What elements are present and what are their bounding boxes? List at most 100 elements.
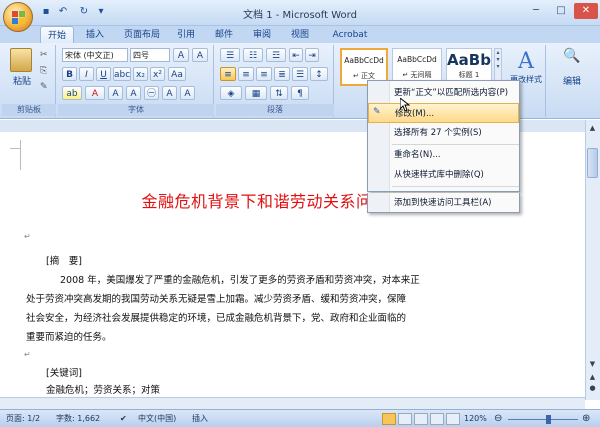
clear-format-icon[interactable]: Ａ — [173, 48, 189, 62]
style-normal-preview: AaBbCcDd — [344, 56, 384, 65]
svg-text:A: A — [517, 49, 535, 74]
tab-review[interactable]: 审阅 — [248, 26, 276, 44]
increase-indent-icon[interactable]: ⇥ — [305, 48, 319, 62]
copy-icon[interactable]: ⎘ — [40, 66, 52, 76]
tab-acrobat[interactable]: Acrobat — [328, 26, 372, 44]
zoom-thumb[interactable] — [546, 415, 551, 424]
web-layout-icon[interactable] — [414, 413, 428, 425]
margin-corner-h — [10, 148, 20, 149]
bullets-icon[interactable]: ☰ — [220, 48, 240, 62]
zoom-level[interactable]: 120% — [464, 410, 487, 427]
status-bar: 页面: 1/2 字数: 1,662 ✔ 中文(中国) 插入 120% ⊖ ⊕ — [0, 409, 600, 427]
font-color-icon[interactable]: A — [85, 86, 105, 100]
paste-icon[interactable] — [10, 48, 32, 72]
font-size-combo[interactable]: 四号 — [130, 48, 170, 62]
insert-mode[interactable]: 插入 — [192, 410, 208, 427]
zoom-out-icon[interactable]: ⊖ — [494, 410, 502, 427]
subscript-icon[interactable]: x₂ — [133, 67, 148, 81]
tab-insert[interactable]: 插入 — [80, 26, 110, 44]
change-styles-icon[interactable]: A — [510, 46, 544, 74]
char-border-icon[interactable]: A — [126, 86, 141, 100]
menu-modify[interactable]: 修改(M)... — [368, 103, 519, 123]
menu-add-to-qat[interactable]: 添加到快速访问工具栏(A) — [368, 193, 519, 213]
align-left-icon[interactable]: ≡ — [220, 67, 236, 81]
highlight-icon[interactable]: ab — [62, 86, 82, 100]
menu-remove-from-gallery[interactable]: 从快速样式库中删除(Q) — [368, 165, 519, 185]
word-count[interactable]: 字数: 1,662 — [56, 410, 100, 427]
scroll-thumb[interactable] — [587, 148, 598, 178]
window-title: 文档 1 - Microsoft Word — [243, 10, 357, 21]
tab-view[interactable]: 视图 — [286, 26, 314, 44]
distributed-icon[interactable]: ☰ — [292, 67, 308, 81]
format-painter-icon[interactable]: ✎ — [40, 82, 52, 92]
abstract-line-1: 2008 年，美国爆发了严重的金融危机，引发了更多的劳资矛盾和劳资冲突，对本来正 — [60, 275, 420, 286]
change-case-icon[interactable]: Aa — [168, 67, 186, 81]
italic-icon[interactable]: I — [79, 67, 94, 81]
style-context-menu: 更新“正文”以匹配所选内容(P) 修改(M)... ✎ 选择所有 27 个实例(… — [367, 80, 520, 192]
page-count[interactable]: 页面: 1/2 — [6, 410, 40, 427]
outline-icon[interactable] — [430, 413, 444, 425]
proofing-icon[interactable]: ✔ — [120, 410, 130, 427]
browse-object-icon[interactable]: ● — [587, 384, 598, 394]
cut-icon[interactable]: ✂ — [40, 50, 52, 60]
phonetic-icon[interactable]: A — [192, 48, 208, 62]
full-screen-icon[interactable] — [398, 413, 412, 425]
decrease-indent-icon[interactable]: ⇤ — [289, 48, 303, 62]
scroll-down-icon[interactable]: ▼ — [587, 360, 598, 370]
superscript-icon[interactable]: x² — [150, 67, 165, 81]
mouse-cursor-icon — [399, 96, 411, 112]
style-no-spacing-name: ↵ 无间隔 — [402, 71, 432, 79]
office-button[interactable] — [3, 2, 33, 32]
print-layout-icon[interactable] — [382, 413, 396, 425]
show-marks-icon[interactable]: ¶ — [291, 86, 309, 100]
numbering-icon[interactable]: ☷ — [243, 48, 263, 62]
font-name-combo[interactable]: 宋体 (中文正) — [62, 48, 128, 62]
align-center-icon[interactable]: ≡ — [238, 67, 254, 81]
draft-icon[interactable] — [446, 413, 460, 425]
paragraph-label: 段落 — [216, 104, 334, 116]
shrink-font-icon[interactable]: A — [180, 86, 195, 100]
prev-page-icon[interactable]: ▲ — [587, 373, 598, 383]
zoom-slider[interactable] — [508, 419, 578, 420]
paragraph-mark-2: ↵ — [24, 350, 31, 359]
keywords-text: 金融危机；劳资关系；对策 — [46, 385, 161, 396]
underline-icon[interactable]: U — [96, 67, 111, 81]
borders-icon[interactable]: ▦ — [245, 86, 267, 100]
abstract-line-4: 重要而紧迫的任务。 — [26, 332, 112, 343]
office-logo-icon — [12, 11, 25, 24]
style-no-spacing-preview: AaBbCcDd — [397, 55, 437, 64]
scroll-up-icon[interactable]: ▲ — [587, 124, 598, 134]
justify-icon[interactable]: ≣ — [274, 67, 290, 81]
paste-button-label[interactable]: 粘贴 — [7, 74, 37, 87]
bold-icon[interactable]: B — [62, 67, 77, 81]
enclose-char-icon[interactable]: ㊀ — [144, 86, 159, 100]
strikethrough-icon[interactable]: abc — [113, 67, 131, 81]
maximize-button[interactable]: □ — [549, 3, 573, 19]
find-icon[interactable]: 🔍 — [560, 48, 584, 70]
menu-update-style[interactable]: 更新“正文”以匹配所选内容(P) — [368, 83, 519, 103]
tab-references[interactable]: 引用 — [172, 26, 200, 44]
abstract-label: [摘 要] — [46, 256, 82, 267]
align-right-icon[interactable]: ≡ — [256, 67, 272, 81]
menu-bottom: 添加到快速访问工具栏(A) — [367, 193, 520, 213]
editing-label[interactable]: 编辑 — [552, 74, 592, 87]
char-shading-icon[interactable]: A — [108, 86, 123, 100]
close-button[interactable]: ✕ — [574, 3, 598, 19]
abstract-line-3: 社会安全，为经济社会发展提供稳定的环境，已成金融危机背景下，党、政府和企业面临的 — [26, 313, 407, 324]
shading-icon[interactable]: ◈ — [220, 86, 242, 100]
tab-home[interactable]: 开始 — [40, 26, 74, 44]
menu-select-all[interactable]: 选择所有 27 个实例(S) — [368, 123, 519, 143]
tab-mailings[interactable]: 邮件 — [210, 26, 238, 44]
multilevel-list-icon[interactable]: ☲ — [266, 48, 286, 62]
zoom-in-icon[interactable]: ⊕ — [582, 410, 590, 427]
clipboard-label: 剪贴板 — [2, 104, 56, 116]
menu-rename[interactable]: 重命名(N)... — [368, 145, 519, 165]
tab-page-layout[interactable]: 页面布局 — [118, 26, 166, 44]
style-heading-preview: AaBb — [447, 51, 491, 69]
sort-icon[interactable]: ⇅ — [270, 86, 288, 100]
line-spacing-icon[interactable]: ↕ — [310, 67, 328, 81]
minimize-button[interactable]: ─ — [524, 3, 548, 19]
style-heading-name: 标题 1 — [458, 71, 480, 79]
language[interactable]: 中文(中国) — [138, 410, 176, 427]
grow-font-icon[interactable]: A — [162, 86, 177, 100]
